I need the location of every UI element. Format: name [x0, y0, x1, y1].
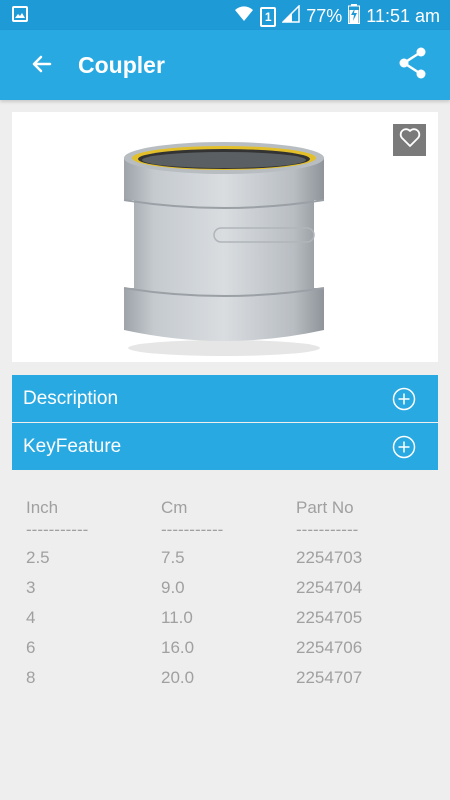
- separator: -----------: [26, 520, 89, 539]
- product-image: [123, 142, 325, 356]
- heart-outline-icon: [399, 127, 421, 153]
- cell-inch: 8: [26, 668, 36, 687]
- cell-part-no: 2254705: [296, 608, 363, 627]
- cell-inch: 2.5: [26, 548, 50, 567]
- cell-part-no: 2254707: [296, 668, 363, 687]
- table-row: 2.5 7.5 2254703: [26, 548, 426, 572]
- description-label: Description: [23, 388, 119, 409]
- signal-icon: [281, 4, 300, 28]
- battery-percentage: 77%: [306, 6, 343, 26]
- column-header-part-no: Part No: [296, 498, 354, 517]
- clock: 11:51 am: [366, 6, 440, 26]
- separator: -----------: [161, 520, 224, 539]
- share-icon: [398, 47, 428, 84]
- table-row: 6 16.0 2254706: [26, 638, 426, 662]
- product-image-card: [12, 112, 438, 362]
- keyfeature-section-header[interactable]: KeyFeature: [12, 423, 438, 470]
- cell-part-no: 2254703: [296, 548, 363, 567]
- cell-cm: 7.5: [161, 548, 185, 567]
- back-button[interactable]: [26, 50, 58, 82]
- description-section-header[interactable]: Description: [12, 375, 438, 422]
- cell-inch: 6: [26, 638, 36, 657]
- cell-inch: 3: [26, 578, 36, 597]
- battery-charging-icon: [348, 4, 361, 29]
- table-row: 8 20.0 2254707: [26, 668, 426, 692]
- wifi-icon: [234, 5, 254, 28]
- column-header-cm: Cm: [161, 498, 188, 517]
- sim-icon: 1: [260, 6, 277, 27]
- table-row: 4 11.0 2254705: [26, 608, 426, 632]
- plus-circle-icon: [392, 435, 416, 459]
- column-header-inch: Inch: [26, 498, 59, 517]
- separator: -----------: [296, 520, 359, 539]
- cell-cm: 20.0: [161, 668, 195, 687]
- page-title: Coupler: [78, 52, 165, 78]
- keyfeature-label: KeyFeature: [23, 436, 122, 457]
- arrow-back-icon: [30, 52, 54, 81]
- plus-circle-icon: [392, 387, 416, 411]
- cell-part-no: 2254706: [296, 638, 363, 657]
- table-separator-row: ----------- ----------- -----------: [26, 520, 426, 544]
- cell-inch: 4: [26, 608, 36, 627]
- table-row: 3 9.0 2254704: [26, 578, 426, 602]
- cell-part-no: 2254704: [296, 578, 363, 597]
- image-icon: [12, 6, 28, 27]
- favorite-button[interactable]: [393, 124, 426, 156]
- share-button[interactable]: [396, 47, 430, 83]
- cell-cm: 16.0: [161, 638, 195, 657]
- table-header-row: Inch Cm Part No: [26, 498, 426, 522]
- app-bar: Coupler: [0, 30, 450, 100]
- cell-cm: 11.0: [161, 608, 193, 627]
- cell-cm: 9.0: [161, 578, 185, 597]
- status-bar: 1 77% 11:51 am: [0, 0, 450, 30]
